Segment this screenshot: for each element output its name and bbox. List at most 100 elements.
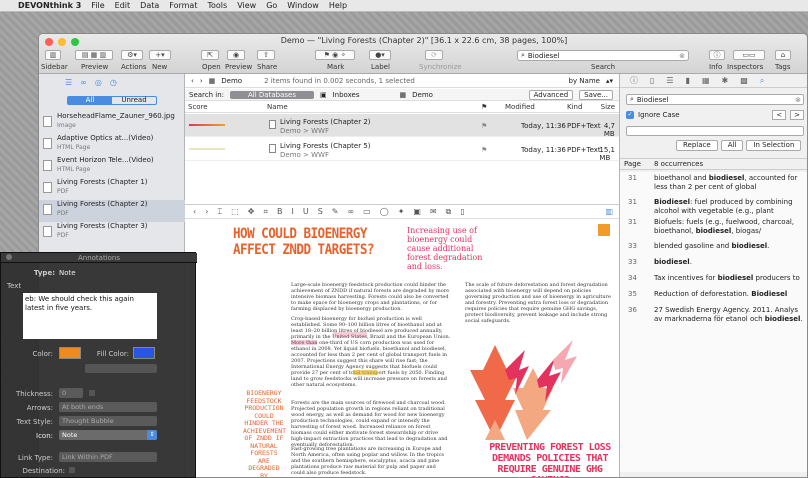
tags-button[interactable]: ⌂ <box>775 50 791 60</box>
label-button[interactable]: ●▾ <box>369 50 391 60</box>
comment-icon[interactable]: ✉ <box>430 207 437 216</box>
find-field[interactable]: ⌕ Biodiesel ⊗ <box>626 94 804 105</box>
scope-all-databases[interactable]: All Databases <box>230 90 314 99</box>
actions-button[interactable]: ⚙▾ <box>121 50 143 60</box>
column-modified[interactable]: Modified <box>505 103 535 111</box>
menu-window[interactable]: Window <box>287 1 319 10</box>
save-search-button[interactable]: Save... <box>579 89 613 100</box>
info-icon[interactable]: ⓘ <box>630 75 638 86</box>
menu-view[interactable]: View <box>237 1 256 10</box>
back-icon[interactable]: ‹ <box>191 77 194 85</box>
thickness-field[interactable]: 0 <box>59 388 83 398</box>
globe-icon[interactable]: ◎ <box>95 78 102 88</box>
info-button[interactable]: ⓘ <box>709 50 725 60</box>
toolbar-search-field[interactable]: ⌕ Biodiesel ⊗ <box>517 50 689 61</box>
link-icon[interactable]: ∞ <box>80 78 87 88</box>
quicklook-button[interactable]: ◉ <box>227 50 245 60</box>
text-style-popup[interactable]: Thought Bubble <box>59 416 157 426</box>
strikethrough-icon[interactable]: S <box>318 207 323 216</box>
annotations-toggle-icon[interactable]: ▥ <box>605 207 613 216</box>
open-button[interactable]: ⇱ <box>201 50 219 60</box>
freehand-icon[interactable]: ✦ <box>398 207 405 216</box>
replace-button[interactable]: Replace <box>676 140 718 151</box>
in-selection-button[interactable]: In Selection <box>746 140 802 151</box>
highlight-icon[interactable]: ✎ <box>332 207 339 216</box>
forward-icon[interactable]: › <box>200 77 203 85</box>
column-kind[interactable]: Kind <box>567 103 582 111</box>
table-row[interactable]: Living Forests (Chapter 5) Demo > WWF ⚑ … <box>185 138 619 162</box>
menu-tools[interactable]: Tools <box>207 1 227 10</box>
scope-inboxes[interactable]: Inboxes <box>333 91 360 99</box>
menu-data[interactable]: Data <box>140 1 159 10</box>
column-score[interactable]: Score <box>188 103 208 111</box>
next-page-icon[interactable]: › <box>205 207 208 216</box>
italic-icon[interactable]: I <box>292 207 294 216</box>
filter-all-tab[interactable]: All <box>68 97 112 104</box>
list-item[interactable]: Living Forests (Chapter 1) PDF <box>39 178 185 200</box>
flag-icon[interactable]: ⚑ <box>481 122 487 130</box>
move-tool-icon[interactable]: ✥ <box>248 207 255 216</box>
close-panel-button[interactable] <box>6 254 12 260</box>
new-button[interactable]: +▾ <box>149 50 171 60</box>
rectangle-icon[interactable]: ▭ <box>363 207 371 216</box>
table-row[interactable]: Living Forests (Chapter 2) Demo > WWF ⚑ … <box>185 114 619 138</box>
filter-unread-tab[interactable]: Unread <box>112 97 156 104</box>
sort-menu[interactable]: by Name <box>569 77 600 85</box>
sort-direction-icon[interactable]: ▴▾ <box>606 77 613 85</box>
find-icon[interactable]: ⌕ <box>760 76 764 86</box>
link-icon[interactable]: ∞ <box>348 207 355 216</box>
list-item[interactable]: Adaptive Optics at...(Video) HTML Page <box>39 134 185 156</box>
path-database[interactable]: Demo <box>221 77 242 85</box>
clear-search-icon[interactable]: ⊗ <box>679 52 685 60</box>
bookmark-icon[interactable]: ▮ <box>686 76 690 85</box>
oval-icon[interactable]: ◯ <box>380 207 389 216</box>
list-item[interactable]: Living Forests (Chapter 3) PDF <box>39 222 185 244</box>
select-tool-icon[interactable]: ⬚ <box>231 207 239 216</box>
bold-icon[interactable]: B <box>277 207 283 216</box>
icon-popup[interactable]: Note <box>59 430 157 440</box>
inspectors-button[interactable]: ▭▭ <box>733 50 765 60</box>
page-icon[interactable]: ▯ <box>460 207 464 216</box>
next-match-icon[interactable]: > <box>790 110 804 120</box>
note-icon[interactable]: ▣ <box>413 207 421 216</box>
sidebar-toggle-button[interactable]: ▥ <box>45 50 61 60</box>
menu-help[interactable]: Help <box>329 1 347 10</box>
replace-all-button[interactable]: All <box>720 140 744 151</box>
text-tool-icon[interactable]: ⌶ <box>217 207 222 217</box>
list-icon[interactable]: ☰ <box>666 76 673 85</box>
previous-page-icon[interactable]: ‹ <box>193 207 196 216</box>
advanced-button[interactable]: Advanced <box>528 89 574 100</box>
mark-button[interactable]: ⚑ ◉ ⚬ <box>315 50 355 60</box>
fill-color-well[interactable] <box>133 347 155 359</box>
menu-go[interactable]: Go <box>266 1 277 10</box>
menu-edit[interactable]: Edit <box>115 1 131 10</box>
menu-file[interactable]: File <box>91 1 104 10</box>
previous-match-icon[interactable]: < <box>772 110 787 120</box>
link-type-popup[interactable]: Link Within PDF <box>59 452 157 462</box>
destination-control[interactable] <box>69 467 75 473</box>
share-button[interactable]: ⇧ <box>257 50 275 60</box>
column-name[interactable]: Name <box>267 103 288 111</box>
arrows-popup[interactable]: At both ends <box>59 402 157 412</box>
menu-app-name[interactable]: DEVONthink 3 <box>18 1 81 10</box>
underline-icon[interactable]: U <box>303 207 309 216</box>
note-annotation-icon[interactable] <box>598 224 610 236</box>
list-item[interactable]: HorseheadFlame_Zauner_960.jpg Image <box>39 112 185 134</box>
list-item[interactable]: Event Horizon Tele...(Video) HTML Page <box>39 156 185 178</box>
star-icon[interactable]: ✱ <box>722 76 729 85</box>
synchronize-button[interactable]: ⟳ <box>425 50 443 60</box>
preview-mode-button[interactable]: ▤ ▦ ▥ <box>75 50 113 60</box>
color-well[interactable] <box>59 347 81 359</box>
flag-column-icon[interactable]: ⚑ <box>481 103 487 111</box>
crop-tool-icon[interactable]: ⌗ <box>263 207 268 217</box>
menu-format[interactable]: Format <box>169 1 197 10</box>
list-item-selected[interactable]: Living Forests (Chapter 2) PDF <box>39 200 185 222</box>
clear-find-icon[interactable]: ⊗ <box>795 96 801 104</box>
list-icon[interactable]: ☰ <box>65 78 72 88</box>
thickness-checkbox[interactable] <box>89 390 95 396</box>
scope-demo[interactable]: Demo <box>412 91 433 99</box>
annotation-icon[interactable]: ▦ <box>702 76 710 85</box>
document-icon[interactable]: ▯ <box>650 76 654 85</box>
clock-icon[interactable]: ◷ <box>110 78 117 88</box>
stamp-icon[interactable]: ⧉ <box>446 207 452 217</box>
